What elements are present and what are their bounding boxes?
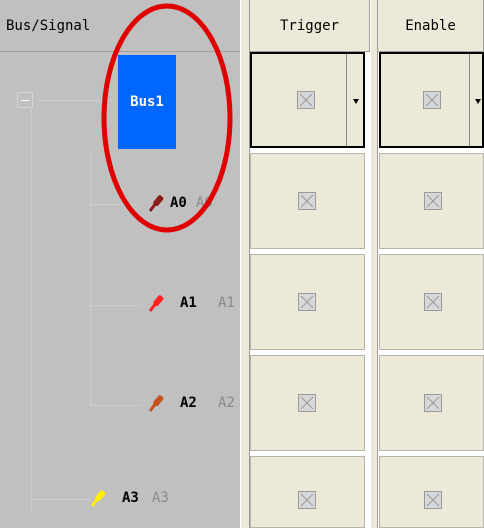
column-header-trigger-label: Trigger: [279, 18, 339, 34]
enable-cell-a3[interactable]: [379, 456, 484, 528]
tree-item-signal-a3[interactable]: A3 A3: [88, 484, 238, 514]
signal-alias: A1: [218, 295, 235, 311]
checkbox-disabled-icon[interactable]: [424, 192, 442, 210]
tree-line: [31, 110, 32, 510]
trigger-cell-a0[interactable]: [250, 153, 365, 249]
trigger-dropdown-button[interactable]: [346, 54, 366, 146]
tree-item-signal-a1[interactable]: A1 A1: [146, 289, 240, 319]
signal-alias: A3: [152, 490, 169, 506]
signal-label: A3: [122, 490, 139, 506]
column-header-enable-label: Enable: [405, 18, 456, 34]
trigger-cell-bus1[interactable]: [250, 52, 365, 148]
checkbox-disabled-icon[interactable]: [298, 192, 316, 210]
chevron-down-icon: [475, 99, 481, 104]
enable-cell-a1[interactable]: [379, 254, 484, 350]
probe-icon: [148, 295, 164, 312]
enable-cell-a0[interactable]: [379, 153, 484, 249]
checkbox-disabled-icon[interactable]: [297, 91, 315, 109]
enable-cell-bus1[interactable]: [379, 52, 484, 148]
highlight-ellipse-annotation: [101, 3, 233, 233]
signal-alias: A2: [218, 395, 235, 411]
probe-icon: [90, 490, 106, 507]
checkbox-disabled-icon[interactable]: [298, 293, 316, 311]
signal-label: A2: [180, 395, 197, 411]
tree-line: [90, 150, 91, 405]
checkbox-disabled-icon[interactable]: [424, 491, 442, 509]
tree-item-signal-a2[interactable]: A2 A2: [146, 389, 240, 419]
column-divider[interactable]: [370, 0, 378, 528]
checkbox-disabled-icon[interactable]: [298, 491, 316, 509]
checkbox-disabled-icon[interactable]: [298, 394, 316, 412]
trigger-cell-a2[interactable]: [250, 355, 365, 451]
collapse-toggle-icon[interactable]: [17, 92, 33, 108]
checkbox-disabled-icon[interactable]: [424, 293, 442, 311]
tree-line: [90, 405, 140, 406]
checkbox-disabled-icon[interactable]: [424, 394, 442, 412]
trigger-cell-a1[interactable]: [250, 254, 365, 350]
trigger-cell-a3[interactable]: [250, 456, 365, 528]
checkbox-disabled-icon[interactable]: [423, 91, 441, 109]
column-header-enable[interactable]: Enable: [378, 0, 484, 52]
probe-icon: [148, 395, 164, 412]
signal-label: A1: [180, 295, 197, 311]
chevron-down-icon: [353, 99, 359, 104]
tree-line: [90, 305, 140, 306]
column-header-trigger[interactable]: Trigger: [250, 0, 370, 52]
tree-line: [31, 499, 91, 500]
enable-dropdown-button[interactable]: [469, 54, 484, 146]
enable-cell-a2[interactable]: [379, 355, 484, 451]
